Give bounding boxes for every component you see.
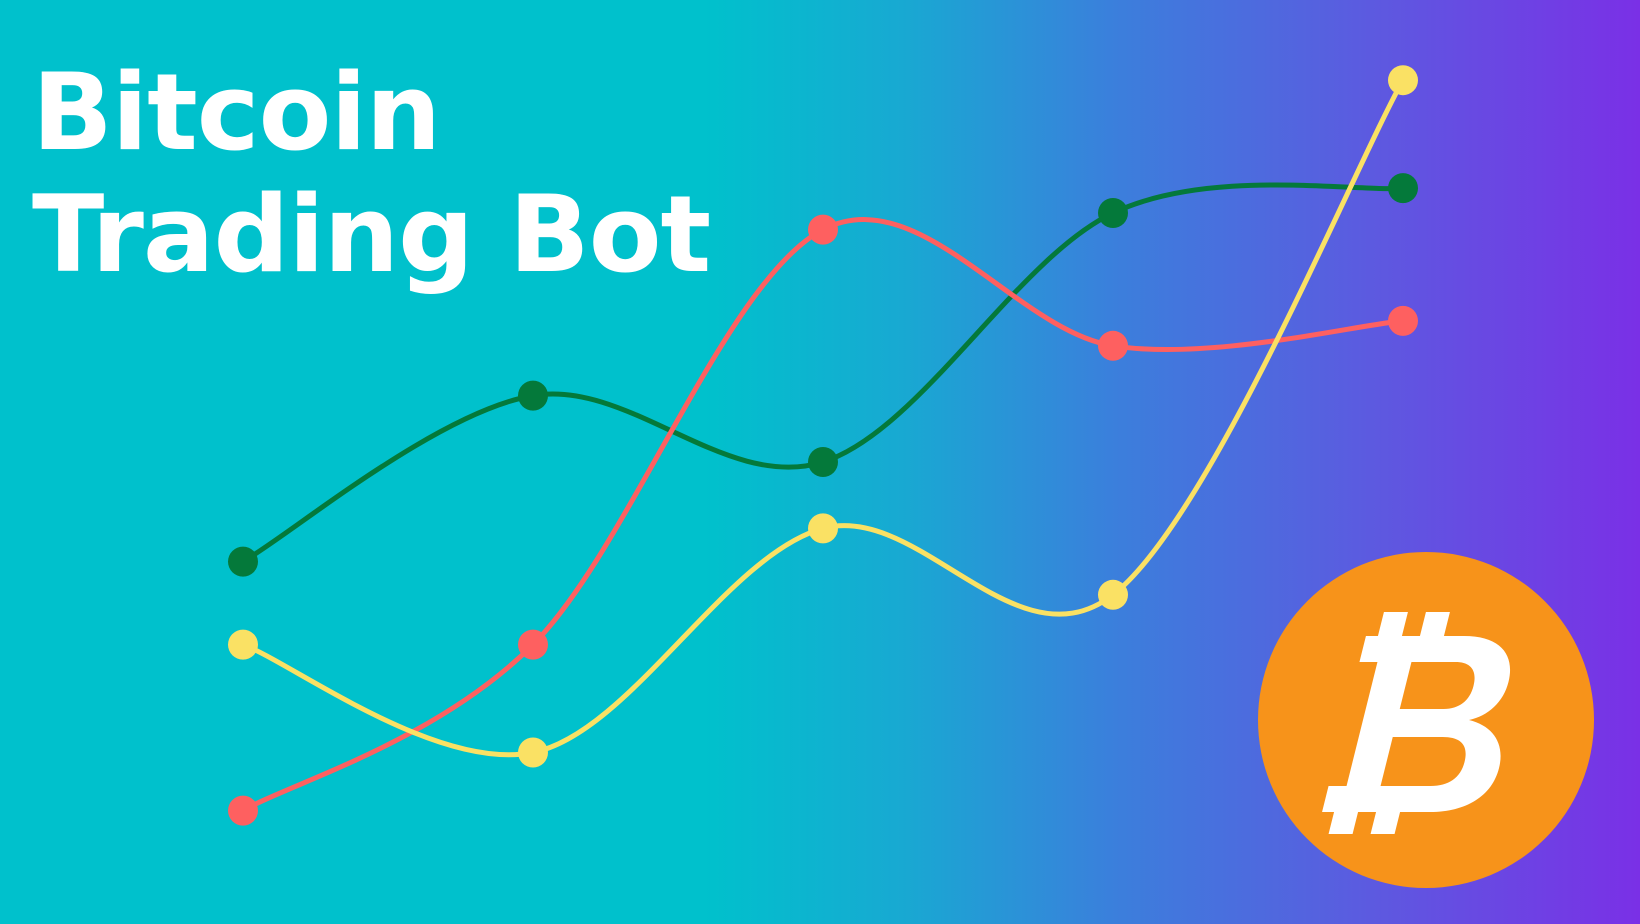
data-point-s1-3 (808, 447, 838, 477)
series-lines (240, 77, 1406, 814)
data-point-s2-2 (518, 629, 548, 660)
series-line-3 (240, 77, 1406, 758)
series-points (228, 65, 1418, 826)
data-point-s1-2 (518, 380, 548, 411)
data-point-s1-1 (228, 546, 258, 577)
data-point-s2-5 (1388, 305, 1418, 336)
bitcoin-logo-icon (1258, 552, 1594, 888)
data-point-s2-3 (808, 214, 838, 245)
data-point-s2-4 (1098, 330, 1128, 361)
data-point-s3-5 (1388, 65, 1418, 96)
data-point-s3-3 (808, 513, 838, 544)
data-point-s2-1 (228, 795, 258, 826)
data-point-s3-4 (1098, 579, 1128, 610)
data-point-s3-2 (518, 737, 548, 768)
data-point-s1-4 (1098, 198, 1128, 228)
data-point-s3-1 (228, 629, 258, 660)
banner: Bitcoin Trading Bot (0, 0, 1640, 924)
data-point-s1-5 (1388, 173, 1418, 204)
